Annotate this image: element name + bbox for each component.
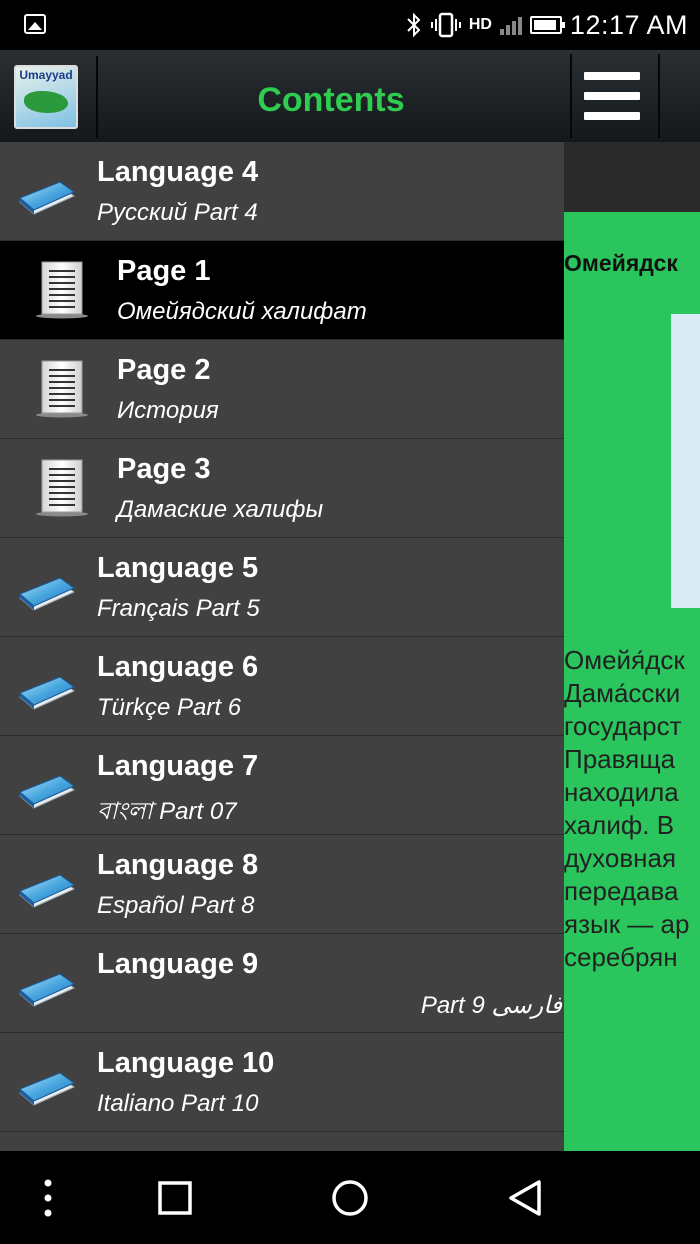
clock: 12:17 AM xyxy=(569,9,688,40)
logo-text: Umayyad xyxy=(19,68,73,82)
navigation-drawer: Umayyad Contents Language 4 Русский Part… xyxy=(0,50,564,1151)
book-icon xyxy=(16,762,78,810)
item-title: Language 5 xyxy=(97,552,259,584)
item-title: Language 9 xyxy=(97,948,259,980)
status-icons: HD 12:17 AM xyxy=(405,8,688,42)
article-text: Омейя́дск Дама́сски государст Правяща на… xyxy=(564,645,690,972)
item-subtitle: Омейядский халифат xyxy=(117,298,367,325)
article-title: Омейядск xyxy=(564,250,678,276)
document-icon xyxy=(36,459,88,517)
main-subbar xyxy=(564,142,700,212)
gallery-icon xyxy=(24,14,46,34)
item-title: Language 8 xyxy=(97,849,259,881)
back-icon[interactable] xyxy=(505,1178,545,1218)
article: Омейядск Омейя́дск Дама́сски государст П… xyxy=(564,212,700,1151)
item-title: Language 4 xyxy=(97,156,259,188)
more-options-icon[interactable] xyxy=(38,1177,58,1219)
item-title: Page 2 xyxy=(117,354,211,386)
item-title: Language 6 xyxy=(97,651,259,683)
item-title: Page 3 xyxy=(117,453,211,485)
list-item-page-2[interactable]: Page 2 История xyxy=(0,340,564,439)
book-icon xyxy=(16,960,78,1008)
item-subtitle: Français Part 5 xyxy=(97,595,260,622)
item-title: Language 7 xyxy=(97,750,259,782)
list-item-language-8[interactable]: Language 8 Español Part 8 xyxy=(0,835,564,934)
item-subtitle: Español Part 8 xyxy=(97,892,255,919)
book-icon xyxy=(16,663,78,711)
network-label: HD xyxy=(468,16,492,33)
list-item-page-3[interactable]: Page 3 Дамаские халифы xyxy=(0,439,564,538)
item-subtitle: বাংলা Part 07 xyxy=(97,798,237,825)
item-title: Language 10 xyxy=(97,1047,275,1079)
contents-list: Language 4 Русский Part 4 Page 1 Омейядс… xyxy=(0,142,564,1132)
vibrate-icon xyxy=(430,12,461,38)
list-item-language-7[interactable]: Language 7 বাংলা Part 07 xyxy=(0,736,564,835)
item-subtitle: Türkçe Part 6 xyxy=(97,694,242,721)
list-item-page-1[interactable]: Page 1 Омейядский халифат xyxy=(0,241,564,340)
book-icon xyxy=(16,564,78,612)
item-subtitle: فارسی Part 9 xyxy=(420,992,562,1019)
home-icon[interactable] xyxy=(330,1178,370,1218)
bluetooth-icon xyxy=(407,12,421,38)
book-icon xyxy=(16,861,78,909)
document-icon xyxy=(36,261,88,319)
item-subtitle: Русский Part 4 xyxy=(97,199,258,226)
signal-icon xyxy=(499,15,522,35)
item-subtitle: История xyxy=(117,397,219,424)
book-icon xyxy=(16,1059,78,1107)
drawer-title: Contents xyxy=(257,81,405,119)
menu-icon[interactable] xyxy=(570,54,660,138)
list-item-language-6[interactable]: Language 6 Türkçe Part 6 xyxy=(0,637,564,736)
article-image xyxy=(671,314,700,608)
list-item-language-9[interactable]: Language 9 فارسی Part 9 xyxy=(0,934,564,1033)
document-icon xyxy=(36,360,88,418)
app-logo[interactable]: Umayyad xyxy=(14,65,78,129)
battery-icon xyxy=(529,16,565,34)
item-title: Page 1 xyxy=(117,255,211,287)
item-subtitle: Дамаские халифы xyxy=(117,496,324,523)
item-subtitle: Italiano Part 10 xyxy=(97,1090,259,1117)
navigation-bar xyxy=(0,1151,700,1244)
drawer-header: Umayyad Contents xyxy=(0,50,564,142)
list-item-language-5[interactable]: Language 5 Français Part 5 xyxy=(0,538,564,637)
list-item-language-10[interactable]: Language 10 Italiano Part 10 xyxy=(0,1033,564,1132)
book-icon xyxy=(16,168,78,216)
recent-apps-icon[interactable] xyxy=(157,1180,193,1216)
list-item-language-4[interactable]: Language 4 Русский Part 4 xyxy=(0,142,564,241)
status-bar: HD 12:17 AM xyxy=(0,0,700,50)
